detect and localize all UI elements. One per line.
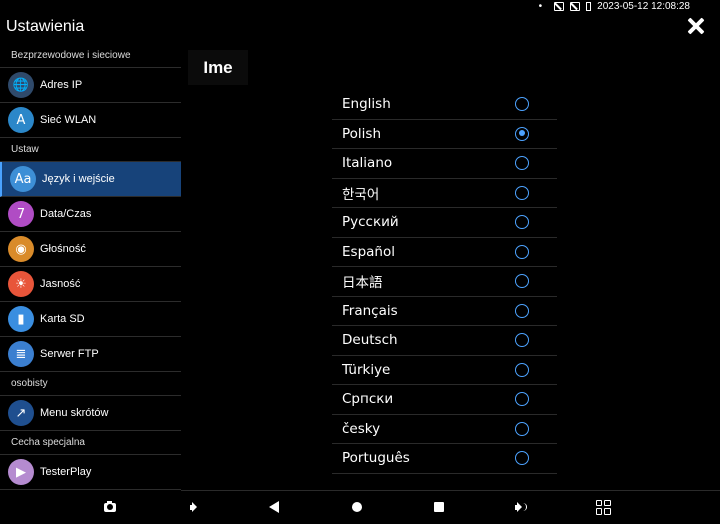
language-label: Deutsch <box>342 332 398 349</box>
sidebar-section-header: Ustaw <box>0 138 181 162</box>
sidebar-item[interactable]: ▶ TesterPlay <box>0 455 181 490</box>
sidebar-item-label: Serwer FTP <box>40 348 99 360</box>
sidebar-item[interactable]: ☀ Jasność <box>0 267 181 302</box>
radio-button[interactable] <box>515 333 529 348</box>
volume-down-icon[interactable] <box>184 498 202 516</box>
language-icon: Aa <box>10 166 36 192</box>
language-label: 한국어 <box>342 186 380 203</box>
language-label: Türkiye <box>342 361 391 378</box>
radio-button[interactable] <box>515 421 529 436</box>
language-option[interactable]: Français <box>332 297 557 326</box>
language-option[interactable]: česky <box>332 415 557 444</box>
sidebar-item[interactable]: ↗ Menu skrótów <box>0 396 181 431</box>
shortcut-menu-icon: ↗ <box>8 400 34 426</box>
battery-icon <box>586 1 592 11</box>
radio-button[interactable] <box>515 156 529 171</box>
language-option[interactable]: 日本語 <box>332 267 557 297</box>
sidebar-item-label: Jasność <box>40 278 81 290</box>
notification-dot: • <box>538 0 543 12</box>
sidebar-item-label: TesterPlay <box>40 466 92 478</box>
radio-button[interactable] <box>515 97 529 112</box>
language-label: Italiano <box>342 155 393 172</box>
sidebar-item-label: Sieć WLAN <box>40 114 97 126</box>
radio-button[interactable] <box>515 126 529 141</box>
language-option[interactable]: 한국어 <box>332 179 557 208</box>
calendar-icon: 7 <box>8 201 34 227</box>
language-label: Polish <box>342 125 382 142</box>
radio-button[interactable] <box>515 451 529 466</box>
language-label: Español <box>342 243 395 260</box>
language-label: English <box>342 96 391 113</box>
recents-icon[interactable] <box>430 498 448 516</box>
sidebar-item-label: Karta SD <box>40 313 85 325</box>
navbar-divider <box>181 490 720 491</box>
status-datetime: 2023-05-12 12:08:28 <box>597 0 690 12</box>
no-sim-icon <box>554 1 565 11</box>
language-option[interactable]: English <box>332 90 557 120</box>
language-label: česky <box>342 420 381 437</box>
sidebar-item-label: Data/Czas <box>40 208 92 220</box>
sidebar-item[interactable]: A Sieć WLAN <box>0 103 181 138</box>
language-option[interactable]: Polish <box>332 120 557 149</box>
sidebar-item[interactable]: Aa Język i wejście <box>0 162 181 197</box>
radio-button[interactable] <box>515 392 529 407</box>
language-option[interactable]: Српски <box>332 385 557 415</box>
radio-button[interactable] <box>515 215 529 230</box>
radio-button[interactable] <box>515 303 529 318</box>
language-option[interactable]: Deutsch <box>332 326 557 356</box>
radio-button[interactable] <box>515 362 529 377</box>
sidebar-section-header: Bezprzewodowe i sieciowe <box>0 44 181 68</box>
globe-icon: 🌐 <box>8 72 34 98</box>
sidebar-item[interactable]: ▮ Karta SD <box>0 302 181 337</box>
language-option[interactable]: Русский <box>332 208 557 238</box>
back-icon[interactable] <box>265 498 283 516</box>
sd-card-icon: ▮ <box>8 306 34 332</box>
testerplay-icon: ▶ <box>8 459 34 485</box>
sidebar-item-label: Język i wejście <box>42 173 115 185</box>
sidebar-section-header: osobisty <box>0 372 181 396</box>
language-label: Русский <box>342 214 399 231</box>
page-title: Ustawienia <box>6 18 85 35</box>
language-option[interactable]: Español <box>332 238 557 267</box>
wlan-antenna-icon: A <box>8 107 34 133</box>
volume-up-icon[interactable] <box>512 498 530 516</box>
language-label: Српски <box>342 391 394 408</box>
sidebar-item[interactable]: ≣ Serwer FTP <box>0 337 181 372</box>
camera-icon[interactable] <box>101 498 119 516</box>
app-grid-icon[interactable] <box>594 498 612 516</box>
status-bar: • 2023-05-12 12:08:28 <box>539 0 690 12</box>
language-label: 日本語 <box>342 275 383 292</box>
speaker-icon: ◉ <box>8 236 34 262</box>
radio-button[interactable] <box>515 185 529 200</box>
language-option[interactable]: Türkiye <box>332 356 557 385</box>
lightbulb-icon: ☀ <box>8 271 34 297</box>
sidebar-item[interactable]: ◉ Głośność <box>0 232 181 267</box>
sidebar-item-label: Menu skrótów <box>40 407 109 419</box>
language-option[interactable]: Português <box>332 444 557 474</box>
no-signal-icon <box>570 1 581 11</box>
home-icon[interactable] <box>348 498 366 516</box>
sidebar-item[interactable]: 7 Data/Czas <box>0 197 181 232</box>
ftp-server-icon: ≣ <box>8 341 34 367</box>
radio-button[interactable] <box>515 244 529 259</box>
sidebar-item[interactable]: 🌐 Adres IP <box>0 68 181 103</box>
close-icon[interactable] <box>686 16 706 36</box>
radio-button[interactable] <box>515 274 529 289</box>
language-list[interactable]: English Polish Italiano 한국어 Русский Español 日本… <box>332 90 557 484</box>
language-option[interactable]: Italiano <box>332 149 557 179</box>
sidebar-item-label: Adres IP <box>40 79 83 91</box>
language-label: Français <box>342 302 398 319</box>
sidebar-item-label: Głośność <box>40 243 86 255</box>
sidebar-section-header: Cecha specjalna <box>0 431 181 455</box>
sidebar: Bezprzewodowe i sieciowe 🌐 Adres IP A Sieć W… <box>0 44 181 490</box>
language-label: Português <box>342 450 410 467</box>
content-title: Ime <box>188 50 248 85</box>
